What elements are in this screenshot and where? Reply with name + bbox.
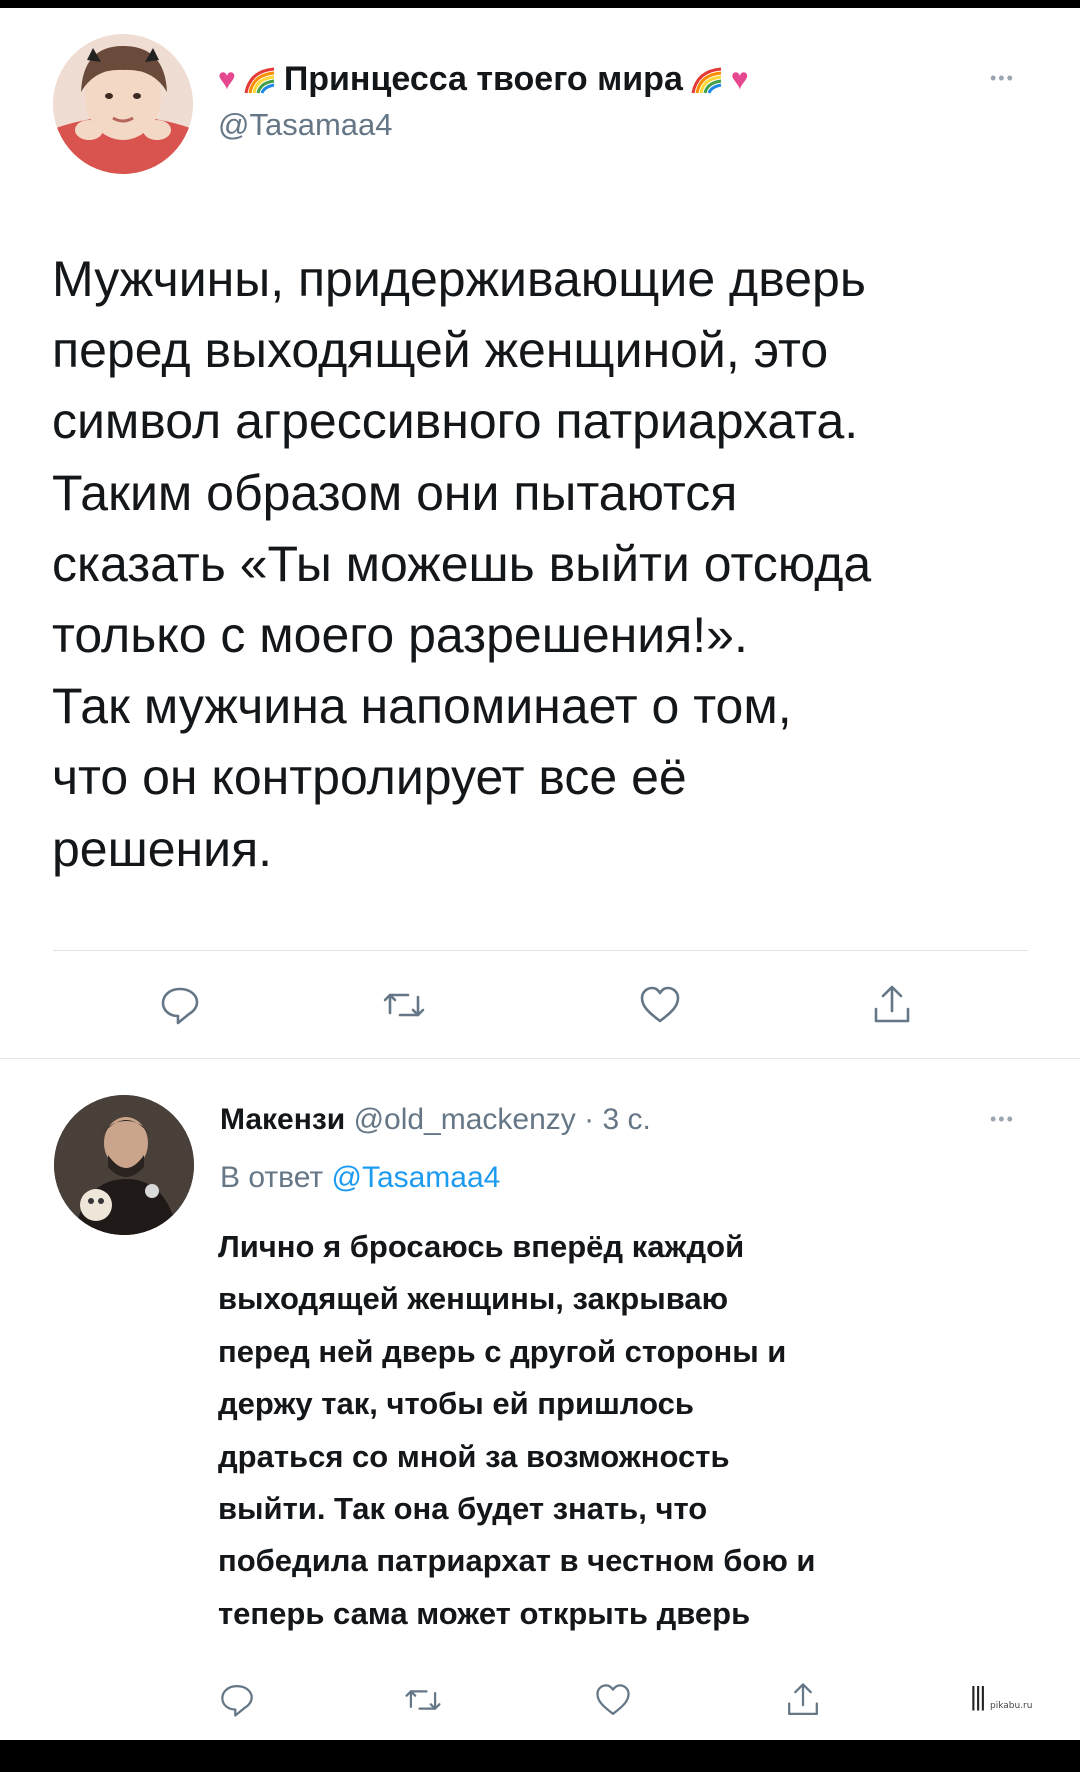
reply-text-line: выходящей женщины, закрываю (218, 1281, 729, 1317)
reply-text-line: выйти. Так она будет знать, что (218, 1491, 708, 1527)
rainbow-icon (244, 67, 275, 94)
reply-text-line: перед ней дверь с другой стороны и (218, 1333, 787, 1369)
rainbow-icon (691, 67, 722, 94)
watermark: ||| pikabu.ru (970, 1677, 1062, 1717)
tweet-text-line: сказать «Ты можешь выйти отсюда (52, 535, 872, 592)
tweet-text-line: Мужчины, придерживающие дверь (52, 251, 866, 307)
tweet-text-line: только с моего разрешения!». (52, 607, 748, 664)
divider (53, 950, 1028, 951)
reply-text-line: Лично я бросаюсь вперёд каждой (218, 1229, 745, 1264)
bottom-border (0, 1740, 1080, 1772)
avatar[interactable] (54, 1095, 194, 1235)
share-icon[interactable] (784, 1681, 822, 1719)
tweet-text-line: символ агрессивного патриархата. (52, 393, 859, 450)
avatar[interactable] (53, 34, 193, 174)
like-icon[interactable] (638, 983, 682, 1027)
user-handle[interactable]: @Tasamaa4 (218, 107, 1018, 143)
more-icon[interactable]: ••• (990, 1109, 1015, 1130)
mention-link[interactable]: @Tasamaa4 (331, 1161, 500, 1194)
user-handle[interactable]: @old_mackenzy (354, 1103, 576, 1136)
retweet-icon[interactable] (404, 1681, 442, 1719)
heart-icon: ♥ (218, 62, 236, 96)
reply-text-line: победила патриархат в честном бою и (218, 1543, 816, 1579)
reply-to-line: В ответ @Tasamaa4 (220, 1161, 500, 1195)
reply-icon[interactable] (218, 1681, 256, 1719)
tweet-text: Мужчины, придерживающие дверь перед выхо… (52, 244, 1042, 885)
tweet-text-line: перед выходящей женщиной, это (52, 322, 829, 379)
tweet-text-line: Так мужчина напоминает о том, (52, 678, 792, 735)
main-tweet[interactable]: ♥ Принцесса твоего мира ♥ @Tasamaa4 ••• … (0, 8, 1080, 1066)
display-name-row[interactable]: ♥ Принцесса твоего мира ♥ (218, 60, 1018, 99)
tweet-actions (0, 983, 1080, 1043)
share-icon[interactable] (870, 983, 914, 1027)
reply-icon[interactable] (158, 983, 202, 1027)
tweet-text-line: что он контролирует все её (52, 749, 687, 806)
display-name: Принцесса твоего мира (283, 60, 683, 98)
top-border (0, 0, 1080, 8)
watermark-bars-icon: ||| (970, 1681, 986, 1711)
like-icon[interactable] (594, 1681, 632, 1719)
watermark-text: pikabu.ru (990, 1701, 1033, 1711)
reply-text-line: держу так, чтобы ей пришлось (218, 1386, 694, 1422)
heart-icon: ♥ (730, 62, 749, 96)
reply-header: Макензи @old_mackenzy · 3 с. (220, 1103, 651, 1137)
display-name[interactable]: Макензи (220, 1103, 345, 1136)
tweet-text-line: Таким образом они пытаются (52, 464, 738, 521)
tweet-text-line: решения. (52, 820, 273, 877)
more-icon[interactable]: ••• (990, 68, 1015, 89)
retweet-icon[interactable] (382, 983, 426, 1027)
reply-text-line: драться со мной за возможность (218, 1438, 730, 1474)
timestamp[interactable]: · 3 с. (584, 1103, 651, 1136)
tweet-header: ♥ Принцесса твоего мира ♥ @Tasamaa4 (218, 60, 1018, 143)
reply-tweet[interactable]: Макензи @old_mackenzy · 3 с. ••• В ответ… (0, 1059, 1080, 1740)
reply-to-prefix: В ответ (220, 1161, 324, 1194)
tweet-actions (0, 1667, 1080, 1727)
reply-text: Лично я бросаюсь вперёд каждой выходящей… (218, 1221, 1018, 1640)
reply-text-line: теперь сама может открыть дверь (218, 1595, 751, 1631)
